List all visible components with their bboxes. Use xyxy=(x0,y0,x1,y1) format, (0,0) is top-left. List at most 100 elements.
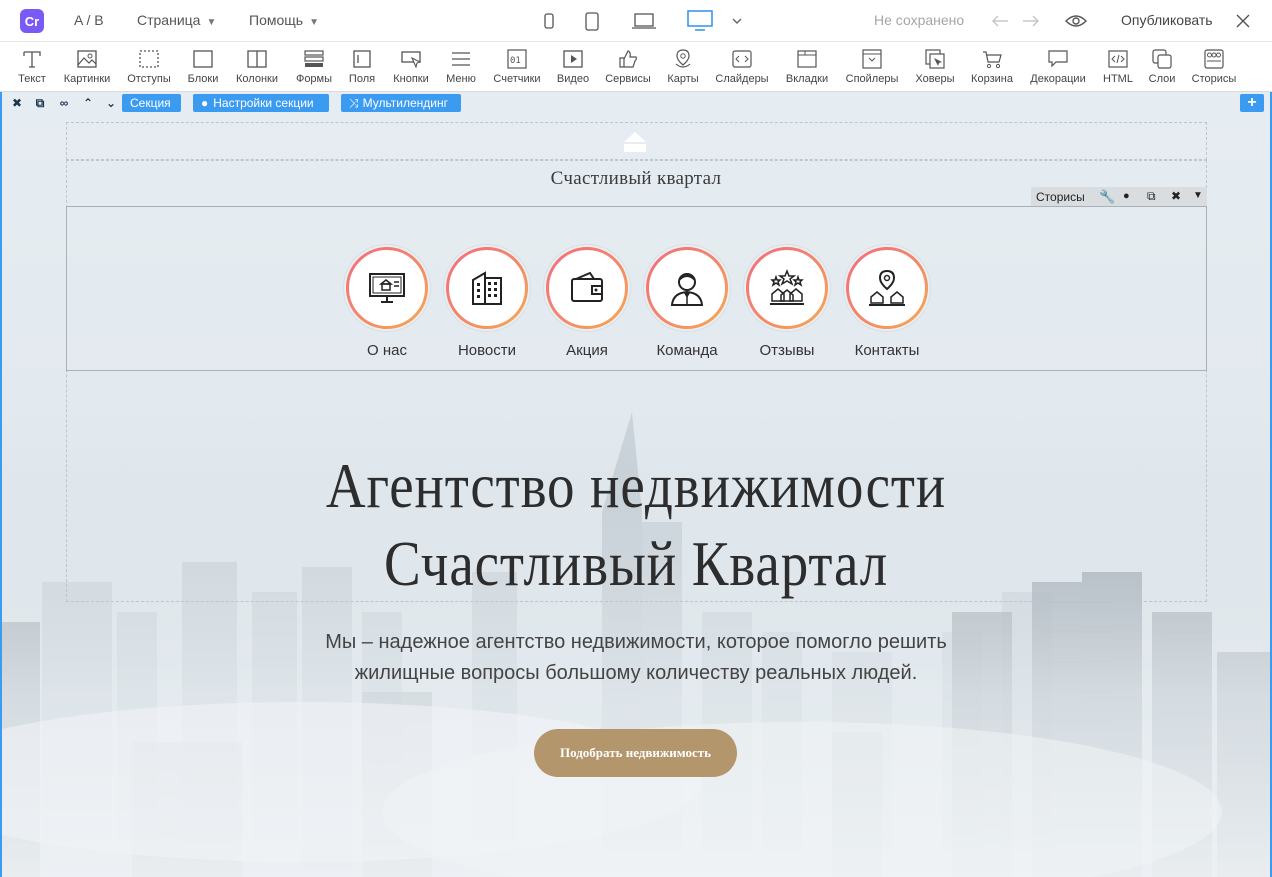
story-promo[interactable]: Акция xyxy=(544,245,630,359)
tool-forms[interactable]: Формы xyxy=(292,42,336,92)
duplicate-section-icon[interactable]: ⧉ xyxy=(33,96,47,110)
save-status: Не сохранено xyxy=(874,12,965,28)
delete-section-icon[interactable]: ✖ xyxy=(10,96,24,110)
redo-icon[interactable] xyxy=(1022,10,1040,32)
multilanding-label: Мультилендинг xyxy=(362,96,449,110)
story-label: Новости xyxy=(457,342,517,359)
logo-icon[interactable]: Cr xyxy=(20,9,44,33)
tool-label: Меню xyxy=(446,73,476,85)
move-up-icon[interactable]: ⌃ xyxy=(81,96,95,110)
wrench-icon[interactable]: 🔧 xyxy=(1099,189,1115,205)
tool-label: Декорации xyxy=(1030,73,1086,85)
story-team[interactable]: Команда xyxy=(644,245,730,359)
multilanding-button[interactable]: ⤨ Мультилендинг xyxy=(341,94,461,112)
tool-buttons[interactable]: Кнопки xyxy=(388,42,434,92)
find-property-button[interactable]: Подобрать недвижимость xyxy=(534,729,737,777)
tool-hovers[interactable]: Ховеры xyxy=(910,42,960,92)
stories-widget-tag: Сторисы 🔧 ● ⧉ ✖ ▼ xyxy=(1031,187,1207,207)
stories-tag-label: Сторисы xyxy=(1036,190,1085,204)
counter-icon: 01 xyxy=(506,48,528,70)
tool-text[interactable]: Текст xyxy=(12,42,52,92)
story-news[interactable]: Новости xyxy=(444,245,530,359)
tool-label: Отступы xyxy=(127,73,171,85)
tool-blocks[interactable]: Блоки xyxy=(184,42,222,92)
tool-columns[interactable]: Колонки xyxy=(232,42,282,92)
elements-toolbar: Текст Картинки Отступы Блоки Колонки Фор… xyxy=(0,42,1272,92)
tool-label: Карты xyxy=(667,73,699,85)
story-label: Команда xyxy=(656,342,718,359)
hover-icon xyxy=(924,48,946,70)
story-about[interactable]: О нас xyxy=(344,245,430,359)
drop-icon[interactable]: ● xyxy=(1123,190,1130,202)
tool-counters[interactable]: 01 Счетчики xyxy=(490,42,544,92)
story-label: Контакты xyxy=(854,342,920,359)
tool-stories[interactable]: Сторисы xyxy=(1186,42,1242,92)
publish-button[interactable]: Опубликовать xyxy=(1121,12,1213,28)
scroll-top-arrow-icon[interactable] xyxy=(623,130,647,154)
location-houses-icon xyxy=(869,269,905,306)
tool-label: Текст xyxy=(18,73,46,85)
add-section-plus-icon[interactable]: + xyxy=(1240,94,1264,112)
ab-test-button[interactable]: A / B xyxy=(74,12,104,28)
tool-images[interactable]: Картинки xyxy=(60,42,114,92)
section-label-button[interactable]: Секция xyxy=(122,94,181,112)
delete-icon[interactable]: ✖ xyxy=(1171,189,1181,203)
link-section-icon[interactable]: ∞ xyxy=(57,96,71,110)
tool-menu[interactable]: Меню xyxy=(442,42,480,92)
device-laptop-icon[interactable] xyxy=(632,10,656,32)
text-icon xyxy=(21,48,43,70)
tool-cart[interactable]: Корзина xyxy=(968,42,1016,92)
tool-padding[interactable]: Отступы xyxy=(124,42,174,92)
top-bar: Cr A / B Страница ▼ Помощь ▼ Не сохранено … xyxy=(0,0,1272,42)
map-icon xyxy=(672,48,694,70)
device-desktop-icon[interactable] xyxy=(687,10,713,32)
hero-subtitle-line-2: жилищные вопросы большому количеству реа… xyxy=(354,662,918,684)
tool-layers[interactable]: Слои xyxy=(1146,42,1178,92)
undo-icon[interactable] xyxy=(991,10,1009,32)
stories-widget[interactable]: О нас Новости Акция Команда Отзывы Конта… xyxy=(66,206,1207,371)
section-settings-label: Настройки секции xyxy=(213,96,314,110)
padding-icon xyxy=(138,48,160,70)
layers-icon xyxy=(1151,48,1173,70)
video-icon xyxy=(562,48,584,70)
help-menu-label: Помощь xyxy=(249,12,304,28)
drop-icon: ● xyxy=(201,96,209,110)
preview-eye-icon[interactable] xyxy=(1065,10,1087,32)
editor-canvas[interactable]: ✖ ⧉ ∞ ⌃ ⌄ Секция ● Настройки секции ⤨ Муль… xyxy=(0,92,1272,877)
tool-label: Блоки xyxy=(187,73,219,85)
help-menu[interactable]: Помощь ▼ xyxy=(249,12,319,28)
stars-houses-icon xyxy=(770,268,804,305)
story-label: О нас xyxy=(367,342,407,359)
device-phone-small-icon[interactable] xyxy=(543,10,555,32)
tool-label: Сервисы xyxy=(605,73,651,85)
chevron-down-icon[interactable]: ▼ xyxy=(1193,190,1203,201)
hero-title: Агентство недвижимости Счастливый Кварта… xyxy=(91,447,1181,603)
section-settings-button[interactable]: ● Настройки секции xyxy=(193,94,329,112)
tool-label: Видео xyxy=(556,73,590,85)
tool-spoilers[interactable]: Спойлеры xyxy=(842,42,902,92)
move-down-icon[interactable]: ⌄ xyxy=(104,96,118,110)
tool-maps[interactable]: Карты xyxy=(664,42,702,92)
field-icon xyxy=(351,48,373,70)
tool-decorations[interactable]: Декорации xyxy=(1026,42,1090,92)
tool-html[interactable]: HTML xyxy=(1098,42,1138,92)
tool-label: Формы xyxy=(295,73,333,85)
tool-video[interactable]: Видео xyxy=(554,42,592,92)
tool-sliders[interactable]: Слайдеры xyxy=(712,42,772,92)
services-icon xyxy=(617,48,639,70)
story-contacts[interactable]: Контакты xyxy=(844,245,930,359)
tool-fields[interactable]: Поля xyxy=(344,42,380,92)
tool-services[interactable]: Сервисы xyxy=(602,42,654,92)
duplicate-icon[interactable]: ⧉ xyxy=(1147,189,1156,204)
device-more-chevron-icon[interactable] xyxy=(731,10,743,32)
story-reviews[interactable]: Отзывы xyxy=(744,245,830,359)
hero-subtitle-line-1: Мы – надежное агентство недвижимости, ко… xyxy=(325,631,947,653)
close-icon[interactable] xyxy=(1235,10,1251,32)
tool-label: HTML xyxy=(1103,73,1133,85)
tool-tabs[interactable]: Вкладки xyxy=(782,42,832,92)
device-tablet-icon[interactable] xyxy=(584,10,600,32)
page-menu[interactable]: Страница ▼ xyxy=(137,12,216,28)
building-icon xyxy=(472,271,502,305)
tool-label: Ховеры xyxy=(915,73,955,85)
agent-icon xyxy=(670,273,704,306)
